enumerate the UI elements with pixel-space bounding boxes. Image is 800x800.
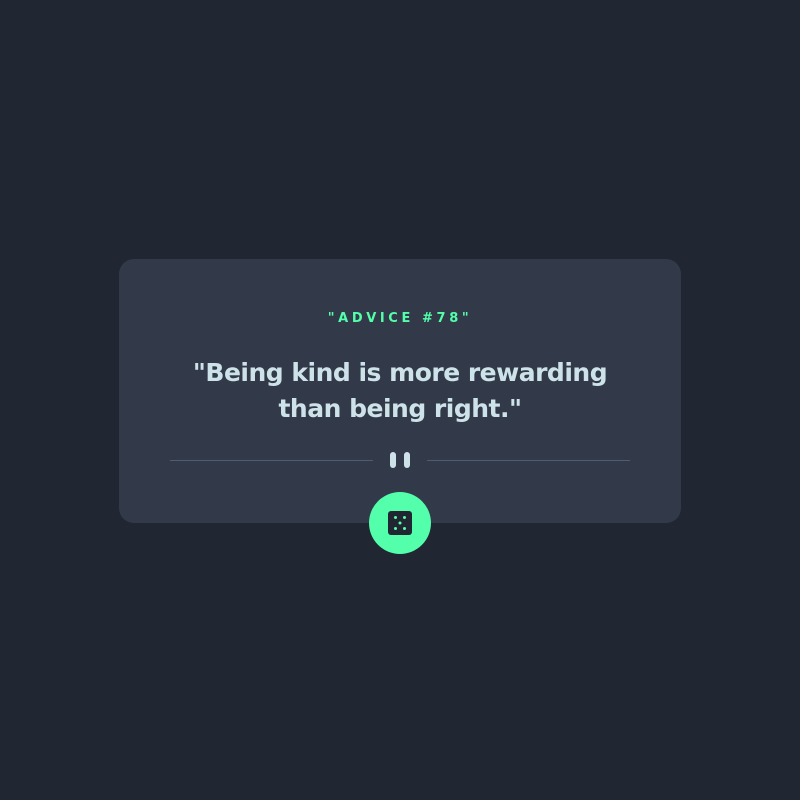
dice-icon — [388, 511, 412, 535]
divider-line-right — [427, 460, 630, 461]
advice-card: "ADVICE #78" "Being kind is more rewardi… — [119, 259, 681, 523]
advice-number: "ADVICE #78" — [327, 311, 473, 326]
pattern-divider — [170, 452, 630, 468]
pause-icon — [390, 452, 410, 468]
generate-advice-button[interactable] — [369, 492, 431, 554]
advice-quote: "Being kind is more rewarding than being… — [192, 358, 608, 423]
divider-line-left — [170, 460, 373, 461]
